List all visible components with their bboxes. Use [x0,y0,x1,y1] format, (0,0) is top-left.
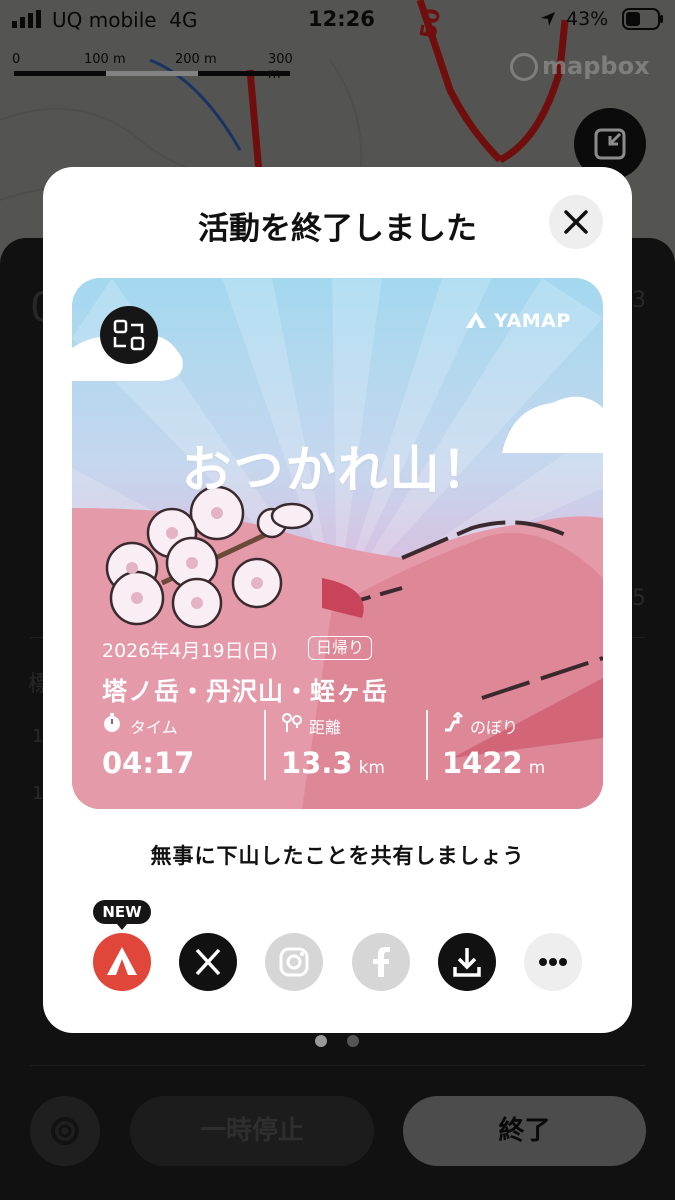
more-dots-icon [539,958,567,966]
share-facebook-button[interactable] [352,933,410,991]
stat-label: 距離 [309,718,342,737]
yamap-logo: YAMAP [465,310,571,332]
yamap-logo-icon [466,312,486,328]
share-prompt: 無事に下山したことを共有しましょう [150,844,525,868]
activity-finished-modal: 活動を終了しました YAMAP おつかれ山！ 2026年4月19日(日) 日帰り… [43,167,632,1033]
swap-icon [113,319,145,351]
share-x-button[interactable] [179,933,237,991]
more-options-button[interactable] [524,933,582,991]
stat-label: のぼり [470,718,519,737]
trip-type-badge: 日帰り [308,636,373,660]
swap-design-button[interactable] [100,306,158,364]
x-logo-icon [195,948,221,976]
activity-date: 2026年4月19日(日) [102,640,278,662]
new-badge: NEW [93,900,151,930]
card-headline: おつかれ山！ [181,441,494,499]
pager-dot-active [315,1035,327,1047]
instagram-icon [279,947,309,977]
close-button[interactable] [549,195,603,249]
stat-divider [426,710,428,780]
route-name: 塔ノ岳・丹沢山・蛭ヶ岳 [102,677,389,706]
stat-label: タイム [130,718,178,737]
distance-pin-icon [282,713,302,732]
stat-divider [264,710,266,780]
download-button[interactable] [438,933,496,991]
share-yamap-button[interactable] [93,933,151,991]
share-card: YAMAP おつかれ山！ 2026年4月19日(日) 日帰り 塔ノ岳・丹沢山・蛭… [72,278,603,809]
share-instagram-button[interactable] [265,933,323,991]
facebook-icon [373,947,390,977]
stopwatch-icon [104,713,120,732]
yamap-icon [107,947,137,975]
modal-title: 活動を終了しました [198,211,477,247]
stat-value: 13.3 km [281,746,385,780]
stat-value: 1422 m [442,746,546,780]
pager-dot [347,1035,359,1047]
close-icon [564,210,588,234]
download-icon [453,948,481,977]
stat-value: 04:17 [102,746,195,780]
ascent-icon [445,712,463,732]
